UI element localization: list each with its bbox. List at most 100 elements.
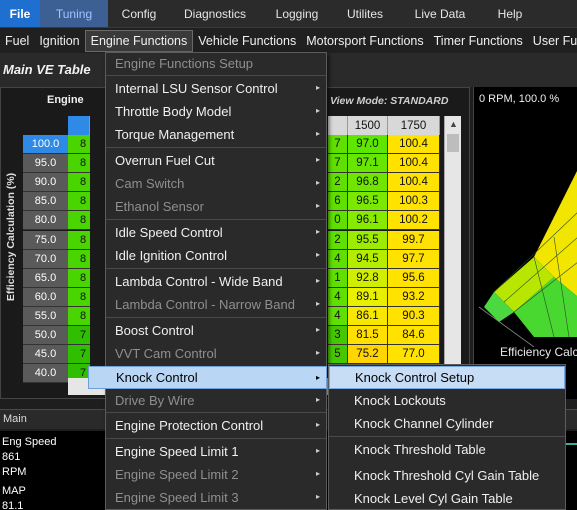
table-cell[interactable]: 100.4 — [388, 154, 440, 173]
table-cell[interactable]: 100.3 — [388, 192, 440, 211]
tab-tuning[interactable]: Tuning — [40, 0, 108, 27]
table-cell[interactable]: 84.6 — [388, 326, 440, 345]
table-cell[interactable]: 96.5 — [348, 192, 388, 211]
table-cell[interactable]: 96.8 — [348, 173, 388, 192]
menu-item-drive-by-wire[interactable]: Drive By Wire ▸ — [106, 389, 326, 412]
menu-item-ethanol-sensor[interactable]: Ethanol Sensor ▸ — [106, 195, 326, 218]
menu-item-cam-switch[interactable]: Cam Switch ▸ — [106, 172, 326, 195]
table-cell[interactable]: 95.6 — [388, 269, 440, 288]
menu-fuel[interactable]: Fuel — [0, 30, 34, 52]
table-cell[interactable]: 75.2 — [348, 345, 388, 364]
table-cell[interactable]: 8 — [68, 211, 90, 230]
menu-item-internal-lsu-sensor-control[interactable]: Internal LSU Sensor Control ▸ — [106, 77, 326, 100]
table-cell[interactable]: 100.4 — [388, 173, 440, 192]
3d-surface-plot[interactable] — [474, 107, 577, 347]
table-cell[interactable]: 81.5 — [348, 326, 388, 345]
menu-item-lambda-control-narrow-band[interactable]: Lambda Control - Narrow Band ▸ — [106, 293, 326, 316]
menu-item-engine-speed-limit-2[interactable]: Engine Speed Limit 2 ▸ — [106, 463, 326, 486]
row-header-load[interactable]: 90.0 — [23, 173, 68, 192]
menu-engine-functions[interactable]: Engine Functions — [84, 29, 194, 52]
table-cell[interactable]: 97.1 — [348, 154, 388, 173]
menu-item-knock-control[interactable]: Knock Control ▸ — [88, 366, 327, 389]
menu-item-torque-management[interactable]: Torque Management ▸ — [106, 123, 326, 146]
tab-diagnostics[interactable]: Diagnostics — [170, 0, 260, 27]
menu-item-engine-speed-limit-3[interactable]: Engine Speed Limit 3 ▸ — [106, 486, 326, 509]
table-cell[interactable]: 8 — [68, 173, 90, 192]
table-cell[interactable]: 89.1 — [348, 288, 388, 307]
row-header-load[interactable]: 95.0 — [23, 154, 68, 173]
table-cell[interactable]: 99.7 — [388, 231, 440, 250]
row-header-load[interactable]: 60.0 — [23, 288, 68, 307]
table-cell[interactable]: 7 — [68, 326, 90, 345]
column-header-1750[interactable]: 1750 — [388, 116, 440, 135]
column-header-selected[interactable] — [68, 116, 90, 135]
menu-item-lambda-control-wide-band[interactable]: Lambda Control - Wide Band ▸ — [106, 270, 326, 293]
menu-vehicle-functions[interactable]: Vehicle Functions — [193, 30, 301, 52]
table-cell[interactable]: 8 — [68, 154, 90, 173]
row-header-load[interactable]: 100.0 — [23, 135, 68, 154]
table-cell[interactable]: 100.4 — [388, 135, 440, 154]
table-cell[interactable]: 7 — [328, 135, 348, 154]
row-header-load[interactable]: 65.0 — [23, 269, 68, 288]
table-cell[interactable]: 8 — [68, 269, 90, 288]
table-cell[interactable]: 5 — [328, 345, 348, 364]
table-cell[interactable]: 96.1 — [348, 211, 388, 230]
menu-item-idle-speed-control[interactable]: Idle Speed Control ▸ — [106, 221, 326, 244]
tab-utilites[interactable]: Utilites — [334, 0, 396, 27]
table-cell[interactable]: 8 — [68, 288, 90, 307]
column-header-partial[interactable] — [328, 116, 348, 135]
table-cell[interactable]: 95.5 — [348, 231, 388, 250]
menu-item-boost-control[interactable]: Boost Control ▸ — [106, 319, 326, 342]
row-header-load[interactable]: 70.0 — [23, 250, 68, 269]
table-cell[interactable]: 2 — [328, 231, 348, 250]
tab-live-data[interactable]: Live Data — [396, 0, 484, 27]
menu-user-functions[interactable]: User Fu — [528, 30, 577, 52]
table-cell[interactable]: 8 — [68, 135, 90, 154]
tab-file[interactable]: File — [0, 0, 40, 27]
table-cell[interactable]: 4 — [328, 307, 348, 326]
tab-config[interactable]: Config — [108, 0, 170, 27]
menu-timer-functions[interactable]: Timer Functions — [429, 30, 528, 52]
row-header-load[interactable]: 75.0 — [23, 231, 68, 250]
submenu-item-knock-level-cyl-gain-table[interactable]: Knock Level Cyl Gain Table — [329, 487, 565, 510]
table-cell[interactable]: 4 — [328, 250, 348, 269]
tab-help[interactable]: Help — [484, 0, 536, 27]
menu-item-overrun-fuel-cut[interactable]: Overrun Fuel Cut ▸ — [106, 149, 326, 172]
row-header-load[interactable]: 80.0 — [23, 211, 68, 230]
row-header-load[interactable]: 50.0 — [23, 326, 68, 345]
submenu-item-knock-control-setup[interactable]: Knock Control Setup — [329, 366, 565, 389]
table-cell[interactable]: 6 — [328, 192, 348, 211]
tab-logging[interactable]: Logging — [260, 0, 334, 27]
menu-item-engine-speed-limit-1[interactable]: Engine Speed Limit 1 ▸ — [106, 440, 326, 463]
table-cell[interactable]: 8 — [68, 192, 90, 211]
table-cell[interactable]: 94.5 — [348, 250, 388, 269]
table-cell[interactable]: 8 — [68, 231, 90, 250]
menu-item-engine-functions-setup[interactable]: Engine Functions Setup — [106, 52, 326, 75]
table-cell[interactable]: 97.0 — [348, 135, 388, 154]
table-cell[interactable]: 8 — [68, 307, 90, 326]
menu-item-throttle-body-model[interactable]: Throttle Body Model ▸ — [106, 100, 326, 123]
table-cell[interactable]: 100.2 — [388, 211, 440, 230]
submenu-item-knock-threshold-cyl-gain-table[interactable]: Knock Threshold Cyl Gain Table — [329, 464, 565, 487]
menu-item-vvt-cam-control[interactable]: VVT Cam Control ▸ — [106, 342, 326, 365]
tab-main[interactable]: Main — [3, 413, 27, 425]
menu-motorsport-functions[interactable]: Motorsport Functions — [301, 30, 428, 52]
submenu-item-knock-threshold-table[interactable]: Knock Threshold Table — [329, 438, 565, 461]
row-header-load[interactable]: 45.0 — [23, 345, 68, 364]
table-cell[interactable]: 2 — [328, 173, 348, 192]
row-header-load[interactable]: 55.0 — [23, 307, 68, 326]
scroll-thumb[interactable] — [447, 134, 459, 152]
scroll-up-icon[interactable]: ▲ — [445, 116, 462, 133]
table-cell[interactable]: 0 — [328, 211, 348, 230]
table-vertical-scrollbar[interactable]: ▲ — [444, 116, 461, 378]
menu-ignition[interactable]: Ignition — [34, 30, 84, 52]
table-cell[interactable]: 7 — [68, 345, 90, 364]
row-header-load[interactable]: 40.0 — [23, 364, 68, 383]
table-cell[interactable]: 77.0 — [388, 345, 440, 364]
menu-item-engine-protection-control[interactable]: Engine Protection Control ▸ — [106, 414, 326, 437]
table-cell[interactable]: 4 — [328, 288, 348, 307]
table-cell[interactable]: 90.3 — [388, 307, 440, 326]
submenu-item-knock-lockouts[interactable]: Knock Lockouts — [329, 389, 565, 412]
table-cell[interactable]: 97.7 — [388, 250, 440, 269]
table-cell[interactable]: 7 — [328, 154, 348, 173]
